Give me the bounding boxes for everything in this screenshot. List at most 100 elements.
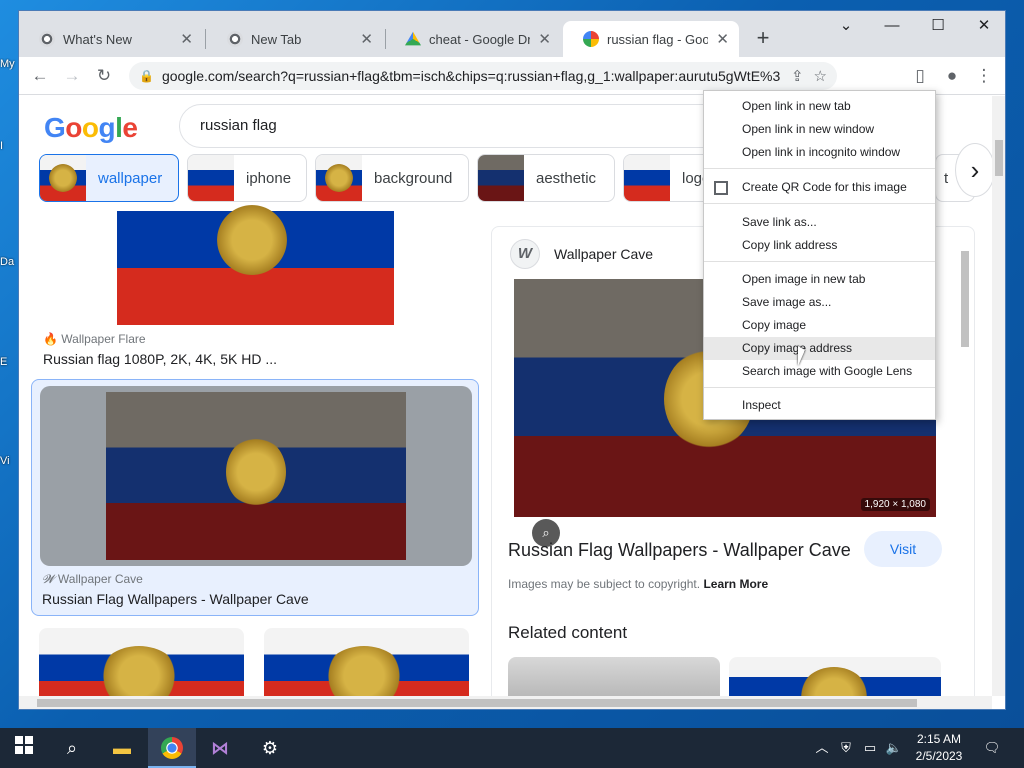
logo-letter: e	[122, 112, 138, 143]
menu-open-link-new-tab[interactable]: Open link in new tab	[704, 95, 935, 118]
new-tab-button[interactable]: +	[749, 25, 777, 53]
network-icon[interactable]: ▭	[860, 728, 880, 768]
copyright-notice: Images may be subject to copyright. Lear…	[508, 577, 768, 591]
menu-copy-link-address[interactable]: Copy link address	[704, 234, 935, 257]
panel-site[interactable]: W Wallpaper Cave	[510, 239, 653, 269]
address-bar[interactable]: 🔒 google.com/search?q=russian+flag&tbm=i…	[129, 62, 837, 90]
menu-save-link-as[interactable]: Save link as...	[704, 211, 935, 234]
chip-aesthetic[interactable]: aesthetic	[477, 154, 615, 202]
visual-studio-icon[interactable]: ⋈	[196, 728, 244, 768]
chip-label: aesthetic	[536, 169, 597, 187]
side-panel-button[interactable]: ▯	[905, 61, 935, 91]
panel-title[interactable]: Russian Flag Wallpapers - Wallpaper Cave	[508, 540, 851, 561]
panel-site-name: Wallpaper Cave	[554, 246, 654, 262]
chip-label: background	[374, 169, 453, 187]
desktop-icon-label[interactable]: My	[0, 58, 20, 70]
related-image[interactable]	[729, 657, 941, 696]
related-image[interactable]	[508, 657, 720, 696]
desktop-icon-label[interactable]: Vi	[0, 455, 20, 467]
maximize-button[interactable]: ☐	[915, 11, 961, 41]
chip-background[interactable]: background	[315, 154, 469, 202]
close-tab-icon[interactable]: ✕	[180, 30, 193, 48]
close-window-button[interactable]: ✕	[961, 11, 1005, 41]
result-source-label: Wallpaper Flare	[61, 332, 146, 346]
tab-divider	[205, 29, 206, 49]
tab-search-button[interactable]: ⌄	[823, 11, 869, 41]
learn-more-link[interactable]: Learn More	[703, 577, 768, 591]
menu-create-qr-code[interactable]: Create QR Code for this image	[704, 176, 935, 199]
minimize-button[interactable]: —	[869, 11, 915, 41]
back-button[interactable]: ←	[25, 61, 55, 91]
menu-copy-image[interactable]: Copy image	[704, 314, 935, 337]
chip-label: t	[944, 169, 949, 187]
flame-icon: 🔥	[43, 332, 58, 346]
result-source[interactable]: 𝓦 Wallpaper Cave	[42, 572, 143, 587]
result-image-flag-4[interactable]	[264, 628, 469, 696]
tab-title: New Tab	[251, 31, 302, 47]
chrome-icon	[161, 737, 183, 759]
search-input[interactable]: russian flag	[179, 104, 739, 148]
logo-letter: o	[65, 112, 82, 143]
chrome-menu-button[interactable]: ⋮	[969, 61, 999, 91]
visit-button[interactable]: Visit	[864, 531, 942, 567]
result-image-flag-3[interactable]	[39, 628, 244, 696]
related-content-heading: Related content	[508, 623, 628, 642]
chip-wallpaper[interactable]: wallpaper	[39, 154, 179, 202]
close-tab-icon[interactable]: ✕	[716, 30, 729, 48]
panel-scrollbar[interactable]	[958, 243, 972, 696]
menu-search-google-lens[interactable]: Search image with Google Lens	[704, 360, 935, 383]
tab-whats-new[interactable]: What's New ✕	[19, 21, 203, 57]
bookmark-star-icon[interactable]: ☆	[814, 67, 827, 85]
system-clock[interactable]: 2:15 AM 2/5/2023	[906, 731, 972, 765]
lock-icon[interactable]: 🔒	[139, 69, 154, 83]
qr-code-icon	[714, 181, 728, 195]
menu-open-image-new-tab[interactable]: Open image in new tab	[704, 268, 935, 291]
desktop-icon-label[interactable]: Da	[0, 256, 20, 268]
close-tab-icon[interactable]: ✕	[538, 30, 551, 48]
result-caption[interactable]: Russian Flag Wallpapers - Wallpaper Cave	[42, 591, 309, 607]
tab-strip: What's New ✕ New Tab ✕ cheat - Google Dr…	[19, 11, 1005, 57]
security-icon[interactable]: ⛨	[836, 728, 856, 768]
menu-copy-image-address[interactable]: Copy image address	[704, 337, 935, 360]
result-card-selected[interactable]: 𝓦 Wallpaper Cave Russian Flag Wallpapers…	[31, 379, 479, 616]
horizontal-scrollbar[interactable]	[19, 696, 992, 709]
file-explorer-icon[interactable]: ▬	[98, 728, 146, 768]
show-hidden-icons-chevron-icon[interactable]: ︿	[812, 728, 832, 768]
google-logo[interactable]: Google	[44, 112, 138, 144]
tab-google-drive[interactable]: cheat - Google Drive ✕	[385, 21, 561, 57]
desktop-icon-label[interactable]: I	[0, 140, 20, 152]
search-icon[interactable]: ⌕	[48, 728, 96, 768]
google-drive-icon	[405, 31, 421, 46]
desktop-icon-label[interactable]: E	[0, 356, 20, 368]
close-tab-icon[interactable]: ✕	[360, 30, 373, 48]
menu-open-link-incognito[interactable]: Open link in incognito window	[704, 141, 935, 164]
menu-save-image-as[interactable]: Save image as...	[704, 291, 935, 314]
chip-label: iphone	[246, 169, 292, 187]
start-button[interactable]	[0, 728, 48, 768]
google-icon	[583, 31, 599, 47]
result-image-flag-2[interactable]	[106, 392, 406, 560]
result-image-flag-1[interactable]	[117, 205, 394, 325]
chips-next-button[interactable]: ›	[955, 143, 995, 197]
menu-item-label: Create QR Code for this image	[742, 180, 907, 194]
url-text[interactable]: google.com/search?q=russian+flag&tbm=isc…	[162, 68, 781, 84]
result-caption[interactable]: Russian flag 1080P, 2K, 4K, 5K HD ...	[43, 351, 277, 367]
chrome-taskbar-icon[interactable]	[148, 728, 196, 768]
notifications-icon[interactable]: 🗨	[980, 728, 1004, 768]
tab-russian-flag[interactable]: russian flag - Google ✕	[563, 21, 739, 57]
profile-avatar[interactable]: ●	[937, 61, 967, 91]
vertical-scrollbar[interactable]	[992, 96, 1005, 696]
tab-new-tab[interactable]: New Tab ✕	[207, 21, 383, 57]
share-icon[interactable]: ⇪	[791, 67, 804, 85]
menu-open-link-new-window[interactable]: Open link in new window	[704, 118, 935, 141]
forward-button[interactable]: →	[57, 61, 87, 91]
volume-icon[interactable]: 🔈	[884, 728, 904, 768]
menu-separator	[704, 168, 935, 169]
settings-gear-icon[interactable]: ⚙	[246, 728, 294, 768]
chip-iphone[interactable]: iphone	[187, 154, 307, 202]
result-source[interactable]: 🔥 Wallpaper Flare	[43, 332, 146, 346]
logo-letter: o	[81, 112, 99, 143]
menu-inspect[interactable]: Inspect	[704, 394, 935, 417]
reload-button[interactable]: ↻	[89, 61, 119, 91]
chip-label: wallpaper	[98, 169, 163, 187]
